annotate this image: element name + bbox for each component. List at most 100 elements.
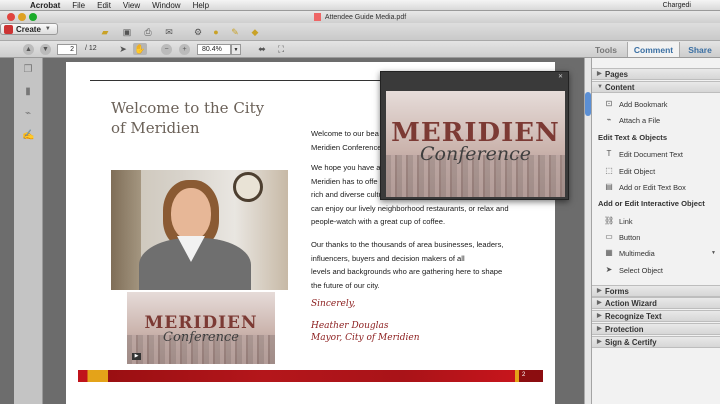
- chevron-down-icon: ▼: [597, 84, 603, 90]
- sign-off: Sincerely,: [311, 299, 356, 309]
- arrow-pointer-icon: ➤: [605, 265, 613, 274]
- section-label: Forms: [605, 287, 629, 296]
- tab-tools[interactable]: Tools: [586, 42, 626, 57]
- text-line: Our thanks to the thousands of area busi…: [311, 240, 504, 249]
- section-recognize-text[interactable]: ▶ Recognize Text: [592, 310, 720, 322]
- page-number-input[interactable]: 2: [57, 44, 77, 55]
- floating-video-frame[interactable]: MERIDIEN Conference: [386, 91, 565, 197]
- menu-edit[interactable]: Edit: [97, 1, 111, 10]
- hand-tool-icon[interactable]: ✋: [133, 43, 147, 55]
- close-window-button[interactable]: [7, 13, 15, 21]
- section-sign-certify[interactable]: ▶ Sign & Certify: [592, 336, 720, 348]
- section-label: Action Wizard: [605, 299, 657, 308]
- item-label: Edit Object: [619, 166, 656, 176]
- create-pdf-icon: [4, 24, 13, 34]
- item-label: Link: [619, 216, 633, 226]
- zoom-window-button[interactable]: [29, 13, 37, 21]
- text-line: can enjoy our lively neighborhood restau…: [311, 203, 509, 213]
- floating-video-player[interactable]: ✕ MERIDIEN Conference: [380, 71, 569, 200]
- next-page-icon[interactable]: ▼: [40, 44, 51, 55]
- item-label: Attach a File: [619, 115, 661, 125]
- main-toolbar: Create ▼ ▰ ▣ ⎙ ✉ ⚙ ● ✎ ◆: [0, 23, 720, 41]
- previous-page-icon[interactable]: ▲: [23, 44, 34, 55]
- heading-line-2: of Meridien: [111, 119, 200, 137]
- header-rule: [90, 80, 380, 81]
- menu-help[interactable]: Help: [193, 1, 209, 10]
- user-name[interactable]: Chargedi: [663, 2, 691, 9]
- fit-width-icon[interactable]: ⬌: [255, 43, 269, 55]
- tab-share[interactable]: Share: [681, 42, 719, 57]
- edit-document-text-item[interactable]: T Edit Document Text: [604, 148, 716, 160]
- paperclip-icon: ⌁: [606, 115, 612, 124]
- signatures-icon[interactable]: ✍: [22, 130, 34, 142]
- text-box-icon: ▤: [605, 182, 613, 191]
- link-item[interactable]: ⛓ Link: [604, 215, 716, 227]
- navigation-pane-rail: ❐ ▮ ⌁ ✍: [14, 58, 43, 404]
- bookmarks-icon[interactable]: ▮: [22, 86, 34, 98]
- chevron-down-icon: ▼: [44, 26, 51, 32]
- navigation-toolbar: ▲ ▼ 2 / 12 ➤ ✋ − + 80.4% ▼ ⬌ ⛶ Tools Com…: [0, 41, 720, 58]
- thanks-paragraph: Our thanks to the thousands of area busi…: [311, 238, 504, 292]
- chevron-down-icon[interactable]: ▼: [711, 250, 716, 256]
- section-forms[interactable]: ▶ Forms: [592, 285, 720, 297]
- text-line: people-watch with a great cup of coffee.: [311, 217, 446, 226]
- email-icon[interactable]: ✉: [162, 26, 176, 38]
- item-label: Edit Document Text: [619, 149, 683, 159]
- zoom-level-input[interactable]: 80.4%: [197, 44, 231, 55]
- sign-icon[interactable]: ✎: [228, 26, 242, 38]
- subhead-edit-text-objects: Edit Text & Objects: [598, 133, 668, 142]
- section-pages[interactable]: ▶ Pages: [592, 68, 720, 80]
- mac-menu-bar: Acrobat File Edit View Window Help Charg…: [0, 0, 720, 11]
- add-edit-text-box-item[interactable]: ▤ Add or Edit Text Box: [604, 181, 716, 193]
- zoom-out-icon[interactable]: −: [161, 44, 172, 55]
- create-button[interactable]: Create ▼: [0, 23, 58, 35]
- embedded-video[interactable]: MERIDIEN Conference ▶: [127, 292, 275, 364]
- item-label: Select Object: [619, 265, 663, 275]
- section-action-wizard[interactable]: ▶ Action Wizard: [592, 297, 720, 309]
- attachments-icon[interactable]: ⌁: [22, 108, 34, 120]
- create-label: Create: [16, 24, 41, 34]
- fit-page-icon[interactable]: ⛶: [274, 43, 288, 55]
- text-line: the future of our city.: [311, 280, 380, 290]
- section-protection[interactable]: ▶ Protection: [592, 323, 720, 335]
- chevron-right-icon: ▶: [597, 71, 602, 77]
- select-tool-icon[interactable]: ➤: [116, 43, 130, 55]
- section-label: Protection: [605, 325, 644, 334]
- page-heading: Welcome to the City of Meridien: [111, 98, 301, 138]
- button-item[interactable]: ▭ Button: [604, 231, 716, 243]
- section-label: Pages: [605, 70, 628, 79]
- item-label: Add Bookmark: [619, 99, 668, 109]
- gear-icon[interactable]: ⚙: [191, 26, 205, 38]
- multimedia-item[interactable]: ▦ Multimedia ▼: [604, 247, 716, 259]
- signatory-name: Heather Douglas: [311, 321, 389, 331]
- page-thumbnails-icon[interactable]: ❐: [22, 64, 34, 76]
- vertical-scrollbar[interactable]: [584, 58, 591, 404]
- section-content[interactable]: ▼ Content: [592, 81, 720, 93]
- select-object-item[interactable]: ➤ Select Object: [604, 264, 716, 276]
- chevron-right-icon: ▶: [597, 313, 602, 319]
- app-menu[interactable]: Acrobat: [30, 1, 60, 10]
- close-icon[interactable]: ✕: [558, 74, 565, 81]
- comment-bubble-icon[interactable]: ●: [209, 26, 223, 38]
- item-label: Multimedia: [619, 248, 655, 258]
- menu-view[interactable]: View: [123, 1, 140, 10]
- edit-object-item[interactable]: ⬚ Edit Object: [604, 165, 716, 177]
- print-icon[interactable]: ⎙: [141, 26, 155, 38]
- open-folder-icon[interactable]: ▰: [98, 26, 112, 38]
- link-icon: ⛓: [604, 216, 615, 225]
- zoom-in-icon[interactable]: +: [179, 44, 190, 55]
- mayor-photo: [111, 170, 288, 290]
- tab-comment[interactable]: Comment: [627, 42, 680, 57]
- menu-window[interactable]: Window: [152, 1, 180, 10]
- share-icon[interactable]: ◆: [248, 26, 262, 38]
- play-icon[interactable]: ▶: [132, 353, 141, 360]
- minimize-window-button[interactable]: [18, 13, 26, 21]
- menu-file[interactable]: File: [72, 1, 85, 10]
- attach-file-item[interactable]: ⌁ Attach a File: [604, 114, 716, 126]
- add-bookmark-item[interactable]: ⊡ Add Bookmark: [604, 98, 716, 110]
- edit-object-icon: ⬚: [605, 166, 613, 175]
- heading-line-1: Welcome to the City: [111, 99, 265, 117]
- zoom-dropdown-icon[interactable]: ▼: [231, 44, 241, 55]
- footer-page-number: 2: [522, 372, 526, 378]
- save-icon[interactable]: ▣: [120, 26, 134, 38]
